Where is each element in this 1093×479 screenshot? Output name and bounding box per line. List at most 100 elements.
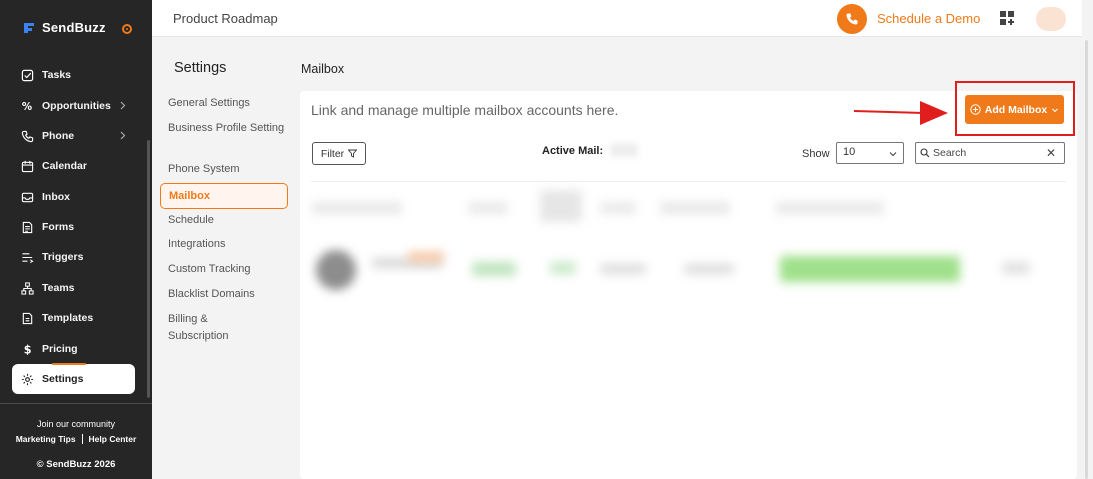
sendbuzz-logo-icon	[24, 22, 34, 33]
sidebar-item-label: Forms	[42, 221, 75, 233]
blurred-avatar	[316, 250, 356, 290]
svg-text:$: $	[24, 343, 32, 355]
sidebar-item-label: Teams	[42, 282, 75, 294]
sidebar-item-triggers[interactable]: Triggers	[12, 243, 135, 271]
filter-button[interactable]: Filter	[312, 142, 366, 165]
page-title[interactable]: Product Roadmap	[173, 11, 278, 26]
sidebar-item-label: Settings	[42, 373, 84, 385]
help-center-link[interactable]: Help Center	[89, 434, 137, 444]
settings-item-mailbox[interactable]: Mailbox	[160, 183, 288, 209]
sidebar-item-settings[interactable]: Settings	[12, 364, 135, 394]
sidebar-item-inbox[interactable]: Inbox	[12, 183, 135, 211]
blurred-header-cell	[468, 202, 508, 214]
teams-icon	[21, 281, 34, 295]
blurred-header-cell	[312, 202, 402, 214]
sidebar: SendBuzz Tasks % Opportunities Phone Cal…	[0, 0, 152, 479]
percent-icon: %	[22, 102, 32, 113]
sidebar-item-label: Phone	[42, 130, 75, 142]
apps-grid-icon[interactable]	[999, 10, 1015, 26]
inbox-icon	[21, 192, 34, 202]
page-scrollbar[interactable]	[1085, 40, 1088, 479]
divider	[0, 403, 152, 404]
chevron-right-icon	[120, 131, 126, 140]
blurred-header-cell	[540, 190, 582, 222]
page-size-select[interactable]: 10	[836, 142, 904, 164]
pointer-arrow-icon	[854, 101, 948, 125]
settings-title: Settings	[174, 60, 227, 76]
divider	[81, 434, 83, 444]
template-icon	[22, 312, 33, 324]
blurred-cell	[600, 264, 646, 274]
settings-item-business-profile[interactable]: Business Profile Setting	[168, 120, 286, 137]
settings-item-schedule[interactable]: Schedule	[168, 212, 286, 229]
sidebar-item-forms[interactable]: Forms	[12, 213, 135, 241]
sidebar-item-calendar[interactable]: Calendar	[12, 152, 135, 180]
active-mail-label: Active Mail:	[542, 145, 604, 157]
community-heading: Join our community	[36, 419, 116, 429]
form-icon	[22, 221, 33, 233]
clear-search-icon[interactable]: ✕	[1046, 146, 1056, 160]
active-indicator	[52, 363, 86, 365]
show-label: Show	[802, 148, 830, 160]
gear-icon	[21, 373, 34, 385]
settings-item-custom-tracking[interactable]: Custom Tracking	[168, 261, 286, 278]
filter-icon	[348, 149, 358, 158]
highlight-box	[955, 81, 1075, 136]
blurred-cell	[550, 262, 576, 274]
sidebar-item-label: Opportunities	[42, 100, 111, 112]
sidebar-item-tasks[interactable]: Tasks	[12, 61, 135, 89]
divider	[311, 181, 1066, 182]
settings-item-general[interactable]: General Settings	[168, 95, 286, 112]
sidebar-item-opportunities[interactable]: % Opportunities	[12, 92, 135, 120]
section-title: Mailbox	[301, 62, 345, 76]
avatar[interactable]	[1036, 7, 1066, 31]
page-size-value: 10	[843, 146, 856, 158]
settings-item-billing[interactable]: Billing & Subscription	[168, 311, 248, 345]
sidebar-item-templates[interactable]: Templates	[12, 304, 135, 332]
call-button[interactable]	[837, 4, 867, 34]
chevron-right-icon	[120, 101, 126, 110]
sidebar-item-label: Calendar	[42, 160, 87, 172]
sidebar-item-label: Triggers	[42, 251, 84, 263]
svg-text:%: %	[22, 102, 32, 113]
search-input[interactable]	[933, 145, 1043, 161]
sidebar-item-phone[interactable]: Phone	[12, 122, 135, 150]
blurred-header-cell	[600, 202, 636, 214]
phone-icon	[21, 130, 34, 142]
dollar-icon: $	[24, 343, 32, 355]
checkbox-icon	[21, 69, 34, 81]
sidebar-item-label: Tasks	[42, 69, 71, 81]
blurred-header-cell	[776, 202, 884, 214]
chevron-down-icon	[889, 152, 897, 157]
phone-icon	[846, 13, 858, 25]
marketing-tips-link[interactable]: Marketing Tips	[16, 434, 76, 444]
filter-label: Filter	[320, 147, 345, 160]
sidebar-scrollbar[interactable]	[147, 140, 150, 398]
community-links: Marketing Tips Help Center	[0, 434, 152, 444]
blurred-cell	[408, 252, 444, 262]
settings-item-blacklist-domains[interactable]: Blacklist Domains	[168, 286, 286, 303]
search-icon	[920, 148, 930, 158]
sidebar-item-label: Templates	[42, 312, 94, 324]
blurred-status-pill	[780, 256, 960, 282]
copyright: © SendBuzz 2026	[36, 459, 116, 470]
sidebar-item-label: Pricing	[42, 343, 78, 355]
sidebar-item-teams[interactable]: Teams	[12, 274, 135, 302]
blurred-cell	[684, 264, 734, 274]
trigger-icon	[22, 252, 34, 263]
sidebar-item-pricing[interactable]: $ Pricing	[12, 335, 135, 363]
active-mail-count	[610, 143, 638, 157]
schedule-demo-link[interactable]: Schedule a Demo	[877, 11, 980, 26]
topbar: Product Roadmap Schedule a Demo	[152, 0, 1082, 37]
settings-item-integrations[interactable]: Integrations	[168, 236, 286, 253]
search-field[interactable]: ✕	[915, 142, 1065, 164]
blurred-cell	[1002, 262, 1030, 274]
mailbox-description: Link and manage multiple mailbox account…	[311, 102, 619, 118]
settings-item-phone-system[interactable]: Phone System	[168, 161, 286, 178]
notification-dot-icon[interactable]	[122, 24, 132, 34]
sidebar-item-label: Inbox	[42, 191, 70, 203]
blurred-cell	[472, 262, 516, 276]
brand-name: SendBuzz	[42, 20, 106, 35]
brand[interactable]: SendBuzz	[22, 20, 106, 35]
calendar-icon	[21, 160, 34, 172]
